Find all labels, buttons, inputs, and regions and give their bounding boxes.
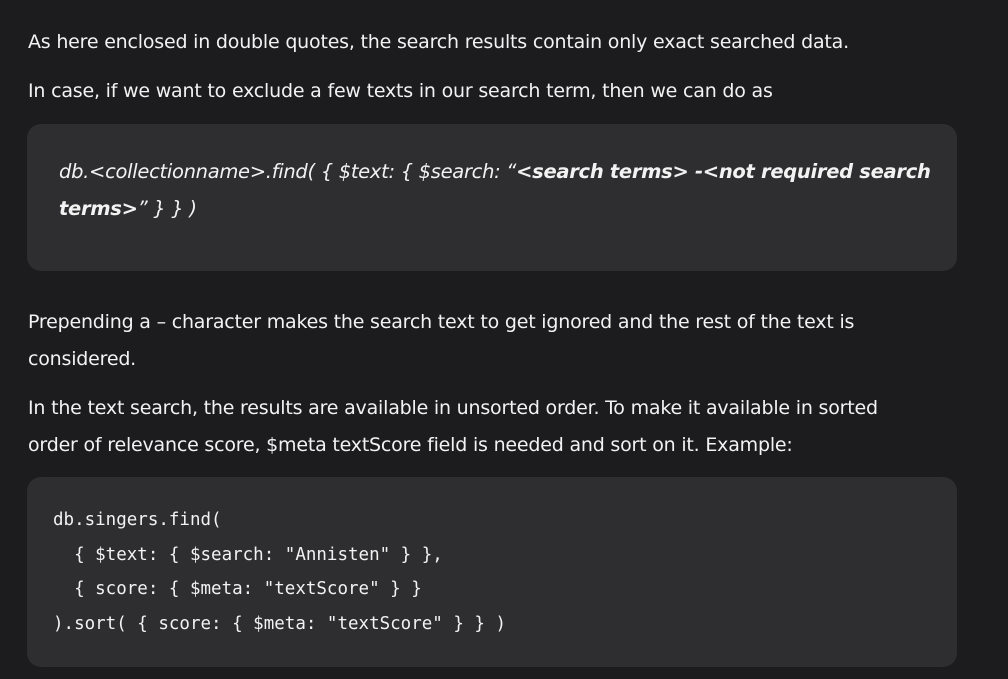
syntax-search-terms: <search terms> -<not required search — [516, 160, 931, 183]
code-example: db.singers.find( { $text: { $search: "An… — [53, 503, 506, 641]
syntax-prefix: db.<collectionname>.find( { $text: { $se… — [59, 160, 517, 183]
paragraph-prepending: Prepending a – character makes the searc… — [28, 304, 854, 378]
exclude-syntax-line-2: terms>” } } ) — [59, 190, 931, 227]
paragraph-sort: In the text search, the results are avai… — [28, 390, 878, 464]
code-line: { score: { $meta: "textScore" } } — [53, 579, 422, 599]
syntax-suffix: ” } } ) — [137, 197, 197, 220]
exclude-syntax-block: db.<collectionname>.find( { $text: { $se… — [27, 124, 957, 271]
exclude-syntax-text: db.<collectionname>.find( { $text: { $se… — [59, 153, 931, 227]
code-line: ).sort( { score: { $meta: "textScore" } … — [53, 613, 507, 634]
paragraph-text: In case, if we want to exclude a few tex… — [28, 80, 773, 102]
paragraph-line: Prepending a – character makes the searc… — [28, 311, 855, 333]
paragraph-line: considered. — [28, 348, 137, 370]
code-line: { $text: { $search: "Annisten" } }, — [53, 544, 443, 565]
code-line: db.singers.find( — [53, 510, 222, 530]
paragraph-exact-match: As here enclosed in double quotes, the s… — [28, 24, 849, 61]
exclude-syntax-line-1: db.<collectionname>.find( { $text: { $se… — [59, 153, 931, 190]
code-example-block: db.singers.find( { $text: { $search: "An… — [27, 477, 957, 667]
paragraph-exclude-intro: In case, if we want to exclude a few tex… — [28, 73, 773, 110]
paragraph-line: order of relevance score, $meta textScor… — [28, 434, 793, 456]
paragraph-line: In the text search, the results are avai… — [28, 397, 878, 419]
paragraph-text: As here enclosed in double quotes, the s… — [28, 31, 849, 53]
syntax-search-terms-end: terms> — [59, 197, 138, 220]
